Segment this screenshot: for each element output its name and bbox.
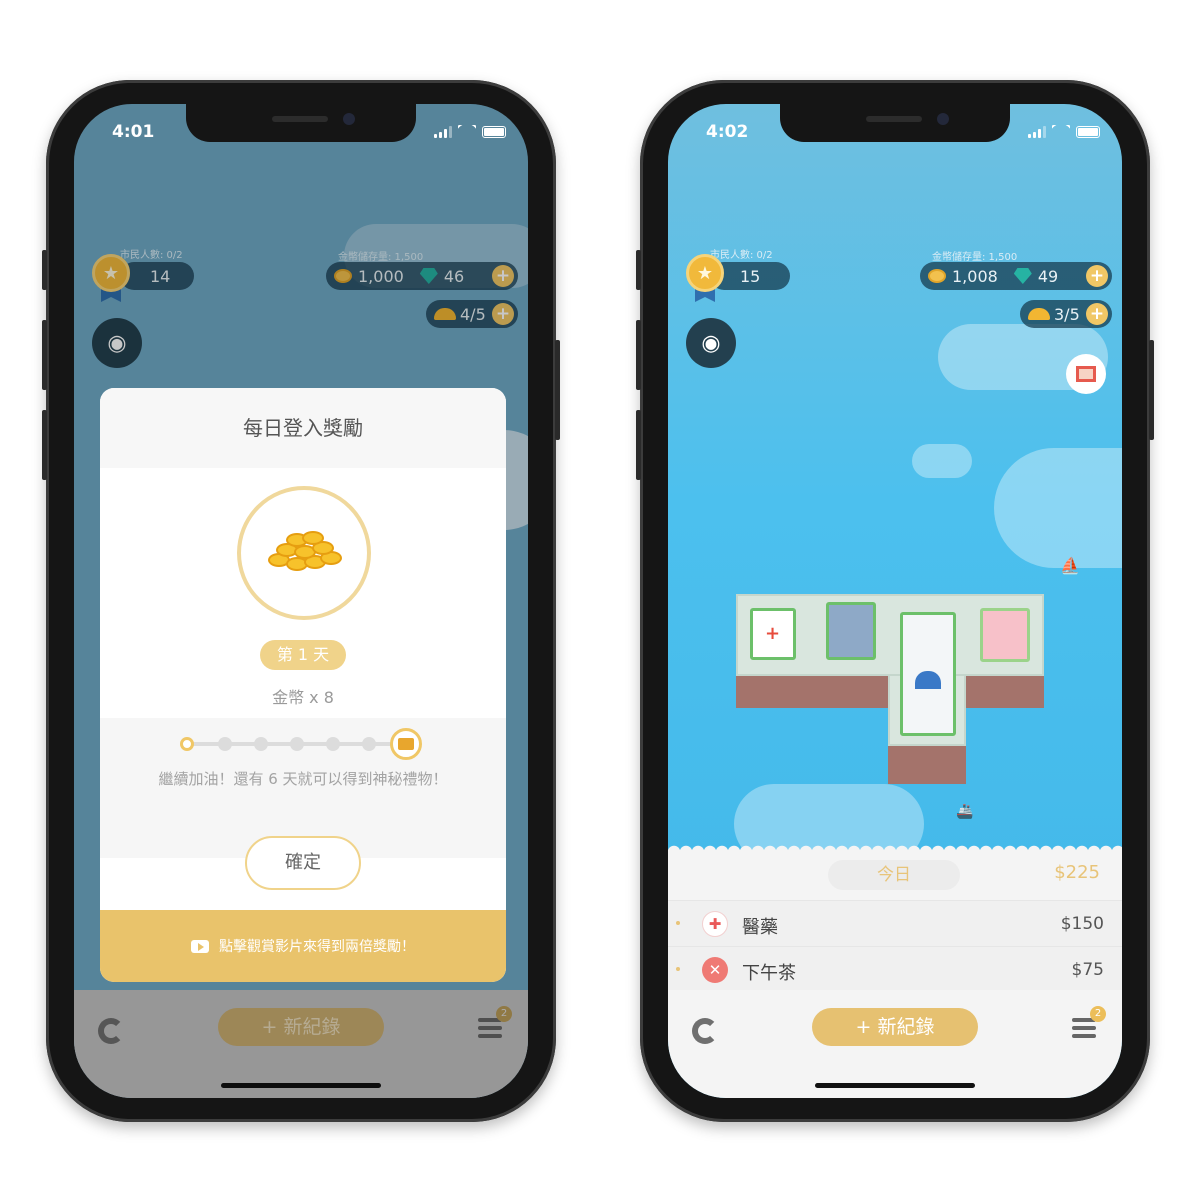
coin-count: 1,008 [952,266,998,286]
watch-video-button[interactable]: 點擊觀賞影片來得到兩倍獎勵！ [100,910,506,982]
ledger-entry[interactable]: ✚ 醫藥 $150 [668,900,1122,946]
volume-up-button [636,320,641,390]
day-badge: 第 1 天 [260,640,346,670]
signal-icon [434,125,452,138]
reward-amount: 金幣 x 8 [272,688,334,707]
builder-pill: 3/5 + [1020,300,1112,328]
hospital-building[interactable]: + [750,608,796,660]
currency-pill: 1,008 49 + [920,262,1112,290]
new-record-button[interactable]: + 新紀錄 [812,1008,978,1046]
add-builder-button[interactable]: + [1086,303,1108,325]
wifi-icon [1052,125,1070,138]
home-indicator[interactable] [815,1083,975,1088]
status-time: 4:01 [112,122,155,142]
right-screen: 4:02 ⛵ 🚢 市民人數: 0/2 15 ★ 金幣儲存量: 1,500 1,0… [668,104,1122,1098]
medical-cross-icon: ✚ [702,911,728,937]
menu-icon[interactable] [1072,1018,1096,1038]
level-value: 15 [740,266,761,286]
bottom-bar: + 新紀錄 2 [668,990,1122,1098]
confirm-button[interactable]: 確定 [245,836,361,890]
gem-icon [1013,268,1032,284]
daily-login-reward-modal: 每日登入獎勵 第 1 天 金幣 x 8 繼續加油！還有 6 天就可以得到神秘禮物… [100,388,506,982]
progress-dot-current [180,737,194,751]
entry-name: 醫藥 [742,917,778,938]
left-screen: 4:01 ⛵ ⛵ 市民人數: 0/2 14 ★ 金幣儲存量: 1,500 [74,104,528,1098]
right-phone: 4:02 ⛵ 🚢 市民人數: 0/2 15 ★ 金幣儲存量: 1,500 1,0… [636,80,1154,1122]
menu-badge: 2 [1090,1006,1106,1022]
storage-label: 金幣儲存量: 1,500 [932,252,1018,263]
volume-up-button [42,320,47,390]
picture-frame-icon [1076,366,1096,382]
add-currency-button[interactable]: + [1086,265,1108,287]
progress-dot [254,737,268,751]
treasure-chest-icon [390,728,422,760]
today-tab[interactable]: 今日 [828,860,960,890]
mute-switch [636,250,641,290]
progress-dot [218,737,232,751]
watch-video-label: 點擊觀賞影片來得到兩倍獎勵！ [219,939,415,955]
sailboat-icon: ⛵ [1060,556,1080,575]
reward-circle [237,486,371,620]
volume-down-button [636,410,641,480]
entry-amount: $75 [1071,960,1104,980]
medal-icon: ★ [686,254,724,302]
coin-icon [928,269,946,283]
progress-message: 繼續加油！還有 6 天就可以得到神秘禮物！ [158,770,448,788]
modal-title: 每日登入獎勵 [100,388,506,468]
daily-ledger: 今日 $225 ✚ 醫藥 $150 ✕ 下午茶 $75 [668,842,1122,992]
builder-count: 3/5 [1054,304,1080,324]
gem-count: 49 [1037,266,1059,286]
utensils-icon: ✕ [702,957,728,983]
progress-dot [326,737,340,751]
today-total: $225 [1054,862,1100,883]
volume-down-button [42,410,47,480]
entry-name: 下午茶 [742,963,796,984]
entry-marker [676,921,680,925]
cloud [912,444,972,478]
screenshot-stage: 4:01 ⛵ ⛵ 市民人數: 0/2 14 ★ 金幣儲存量: 1,500 [0,0,1200,1200]
video-play-icon [191,939,209,953]
battery-icon [1076,125,1100,138]
left-phone: 4:01 ⛵ ⛵ 市民人數: 0/2 14 ★ 金幣儲存量: 1,500 [42,80,560,1122]
notch [186,104,416,142]
power-button [555,340,560,440]
gallery-button[interactable] [1066,354,1106,394]
cloud [994,448,1122,568]
entry-marker [676,967,680,971]
signal-icon [1028,125,1046,138]
progress-dot [290,737,304,751]
battery-icon [482,125,506,138]
island-wall [888,744,966,784]
bank-building[interactable] [900,612,956,736]
status-time: 4:02 [706,122,749,142]
ledger-entry[interactable]: ✕ 下午茶 $75 [668,946,1122,992]
entry-amount: $150 [1060,914,1104,934]
stats-pie-icon[interactable] [692,1018,718,1044]
camera-button[interactable]: ◉ [686,318,736,368]
mute-switch [42,250,47,290]
ship-icon: 🚢 [956,804,974,820]
office-building[interactable] [826,602,876,660]
coin-pile-icon [264,531,344,575]
notch [780,104,1010,142]
power-button [1149,340,1154,440]
wifi-icon [458,125,476,138]
progress-dot [362,737,376,751]
hardhat-icon [1028,308,1050,320]
cafe-building[interactable] [980,608,1030,662]
camera-icon: ◉ [701,330,721,356]
